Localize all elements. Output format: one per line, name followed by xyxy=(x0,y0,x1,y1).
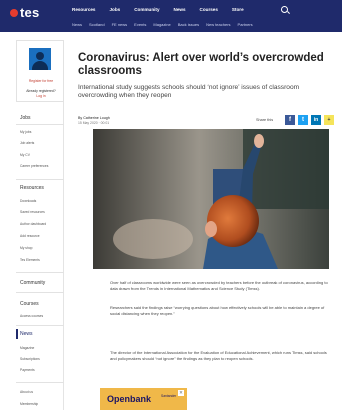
sidebar-section-jobs[interactable]: Jobs xyxy=(20,115,31,121)
sidebar-item-magazine[interactable]: Magazine xyxy=(20,346,34,350)
nav-resources[interactable]: Resources xyxy=(72,7,96,12)
sidebar-item-about-us[interactable]: About us xyxy=(20,390,33,394)
sidebar: Register for free Already registered? Lo… xyxy=(16,40,64,410)
sidebar-item-my-jobs[interactable]: My jobs xyxy=(20,130,31,134)
subnav-magazine[interactable]: Magazine xyxy=(153,22,170,27)
nav-courses[interactable]: Courses xyxy=(200,7,218,12)
sidebar-section-resources[interactable]: Resources xyxy=(20,185,44,191)
sidebar-section-news[interactable]: News xyxy=(20,331,33,337)
facebook-share-icon[interactable]: f xyxy=(285,115,295,125)
profile-box: Register for free Already registered? Lo… xyxy=(16,40,64,102)
article-photo xyxy=(93,129,329,269)
sidebar-section-courses[interactable]: Courses xyxy=(20,301,39,307)
divider xyxy=(16,325,64,326)
subnav-new-teachers[interactable]: New teachers xyxy=(206,22,230,27)
divider xyxy=(16,179,64,180)
nav-jobs[interactable]: Jobs xyxy=(110,7,121,12)
nav-store[interactable]: Store xyxy=(232,7,244,12)
sidebar-item-author-dashboard[interactable]: Author dashboard xyxy=(20,222,46,226)
logo-dot-icon xyxy=(10,8,18,17)
sidebar-item-downloads[interactable]: Downloads xyxy=(20,199,36,203)
sidebar-item-job-alerts[interactable]: Job alerts xyxy=(20,141,34,145)
search-icon[interactable] xyxy=(281,6,288,13)
more-share-icon[interactable]: + xyxy=(324,115,334,125)
classroom-photo-illustration xyxy=(93,129,329,269)
sidebar-item-access-courses[interactable]: Access courses xyxy=(20,314,43,318)
main-nav: Resources Jobs Community News Courses St… xyxy=(72,7,258,12)
logo-text: tes xyxy=(20,5,40,20)
sidebar-item-my-cv[interactable]: My CV xyxy=(20,153,30,157)
share-label: Share this xyxy=(256,118,274,122)
sidebar-item-subscriptions[interactable]: Subscriptions xyxy=(20,357,40,361)
ad-brand: Openbank xyxy=(107,394,152,404)
article-headline: Coronavirus: Alert over world’s overcrow… xyxy=(78,52,324,77)
avatar-body-icon xyxy=(32,61,48,70)
linkedin-share-icon[interactable]: in xyxy=(311,115,321,125)
sidebar-item-my-shop[interactable]: My shop xyxy=(20,246,32,250)
sidebar-item-add-resource[interactable]: Add resource xyxy=(20,234,40,238)
avatar-head-icon xyxy=(36,52,44,60)
sub-nav: News Scotland FE news Events Magazine Ba… xyxy=(72,22,260,27)
close-icon[interactable]: ✕ xyxy=(178,390,184,396)
sidebar-item-tes-elements[interactable]: Tes Elements xyxy=(20,258,40,262)
sidebar-item-saved-resources[interactable]: Saved resources xyxy=(20,210,45,214)
avatar xyxy=(29,48,51,70)
article-paragraph: The director of the International Associ… xyxy=(110,350,327,362)
subnav-back-issues[interactable]: Back issues xyxy=(178,22,199,27)
sidebar-item-career-preferences[interactable]: Career preferences xyxy=(20,164,48,168)
advertisement-banner[interactable]: Openbank Santander ✕ xyxy=(100,388,187,410)
divider xyxy=(16,272,64,273)
sidebar-section-community[interactable]: Community xyxy=(20,280,45,286)
article-byline[interactable]: By Catherine Lough xyxy=(78,116,110,120)
nav-news[interactable]: News xyxy=(174,7,186,12)
login-link[interactable]: Log in xyxy=(17,94,65,98)
twitter-share-icon[interactable]: t xyxy=(298,115,308,125)
article-paragraph: Researchers said the findings raise “wor… xyxy=(110,305,325,317)
tes-logo[interactable]: tes xyxy=(10,5,39,20)
nav-community[interactable]: Community xyxy=(134,7,159,12)
register-link[interactable]: Register for free xyxy=(17,79,65,83)
article-standfirst: International study suggests schools sho… xyxy=(78,84,300,100)
already-registered-text: Already registered? xyxy=(26,89,56,93)
subnav-partners[interactable]: Partners xyxy=(238,22,253,27)
divider xyxy=(16,292,64,293)
divider xyxy=(16,382,64,383)
subnav-scotland[interactable]: Scotland xyxy=(89,22,105,27)
divider xyxy=(16,124,64,125)
article-date: 15 May 2020 · 00:01 xyxy=(78,121,110,125)
subnav-events[interactable]: Events xyxy=(134,22,146,27)
site-header: tes Resources Jobs Community News Course… xyxy=(0,0,342,32)
article-paragraph: Over half of classrooms worldwide were s… xyxy=(110,280,328,292)
sidebar-item-payments[interactable]: Payments xyxy=(20,368,35,372)
ad-sub-brand: Santander xyxy=(161,394,177,398)
subnav-fe-news[interactable]: FE news xyxy=(112,22,128,27)
subnav-news[interactable]: News xyxy=(72,22,82,27)
sidebar-item-membership[interactable]: Membership xyxy=(20,402,38,406)
